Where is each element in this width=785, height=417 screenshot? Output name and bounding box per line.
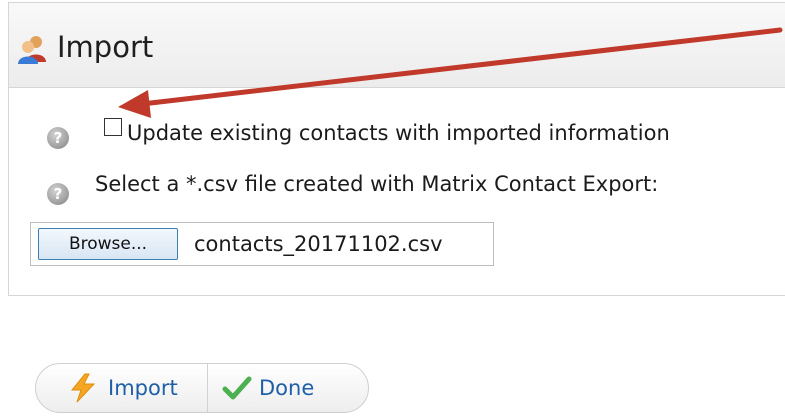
done-button[interactable]: Done	[208, 364, 368, 412]
select-file-label: Select a *.csv file created with Matrix …	[95, 172, 659, 196]
lightning-icon	[70, 373, 96, 403]
help-icon[interactable]: ?	[47, 183, 69, 205]
selected-file-name: contacts_20171102.csv	[194, 232, 443, 256]
browse-button[interactable]: Browse...	[38, 228, 178, 260]
import-button-label: Import	[108, 376, 178, 400]
contacts-icon	[18, 36, 46, 64]
help-icon[interactable]: ?	[47, 127, 69, 149]
update-existing-label[interactable]: Update existing contacts with imported i…	[127, 119, 670, 147]
checkmark-icon	[222, 376, 252, 400]
file-input[interactable]: Browse... contacts_20171102.csv	[30, 222, 494, 266]
action-button-group: Import Done	[35, 363, 369, 413]
import-button[interactable]: Import	[36, 364, 208, 412]
done-button-label: Done	[259, 376, 315, 400]
update-existing-checkbox[interactable]	[104, 118, 122, 136]
panel-header: Import	[9, 3, 785, 88]
page-title: Import	[57, 30, 154, 64]
